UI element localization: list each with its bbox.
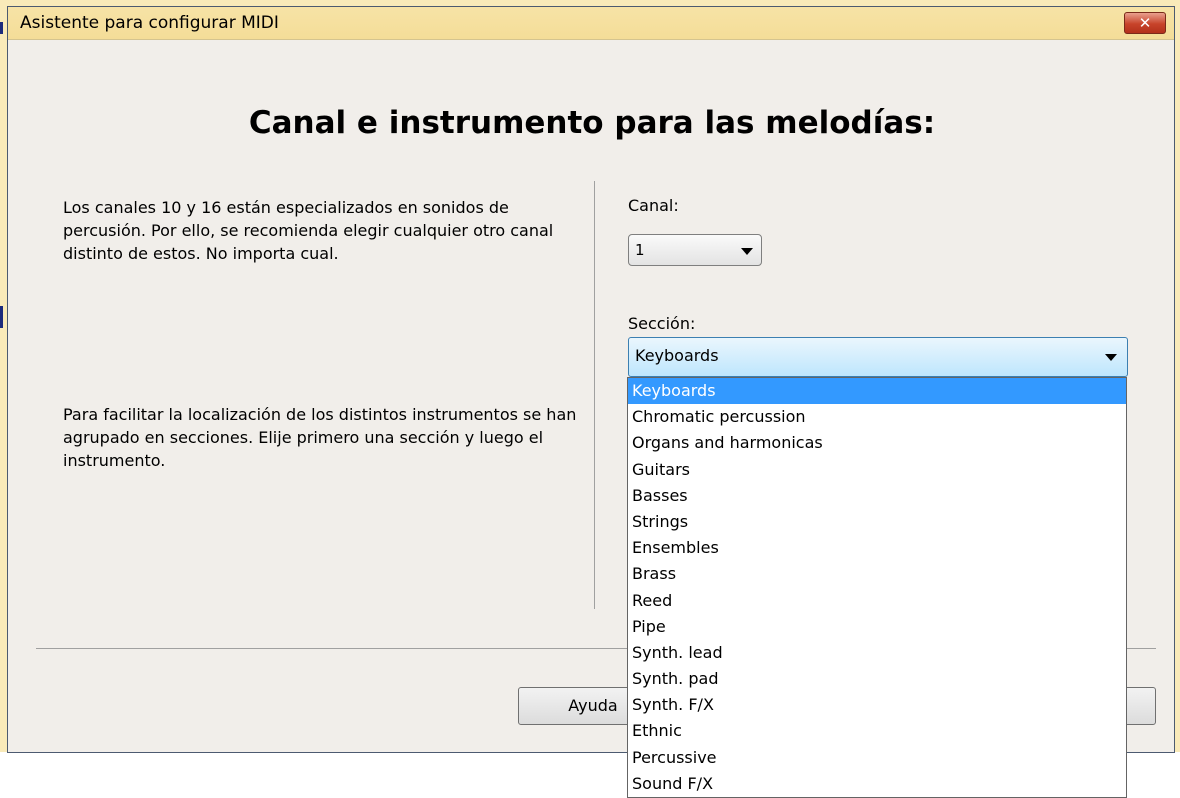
- background-window-edge: [0, 306, 3, 328]
- chevron-down-icon: [741, 248, 753, 255]
- dropdown-option[interactable]: Pipe: [628, 614, 1126, 640]
- dropdown-option[interactable]: Reed: [628, 588, 1126, 614]
- page-title: Canal e instrumento para las melodías:: [248, 105, 936, 141]
- seccion-label: Sección:: [628, 314, 696, 333]
- dropdown-option[interactable]: Sound F/X: [628, 771, 1126, 797]
- chevron-down-icon: [1105, 354, 1117, 361]
- seccion-value: Keyboards: [635, 346, 719, 365]
- help-button-label: Ayuda: [568, 696, 618, 715]
- window-title: Asistente para configurar MIDI: [20, 13, 279, 33]
- channels-info-text: Los canales 10 y 16 están especializados…: [63, 198, 554, 263]
- dropdown-option[interactable]: Percussive: [628, 745, 1126, 771]
- dropdown-option[interactable]: Guitars: [628, 457, 1126, 483]
- dropdown-option[interactable]: Ensembles: [628, 535, 1126, 561]
- vertical-divider: [594, 181, 595, 609]
- dropdown-option[interactable]: Keyboards: [628, 378, 1126, 405]
- dropdown-option[interactable]: Synth. F/X: [628, 692, 1126, 718]
- sections-info-text: Para facilitar la localización de los di…: [63, 405, 577, 470]
- dropdown-option[interactable]: Ethnic: [628, 718, 1126, 744]
- canal-value: 1: [635, 241, 645, 259]
- dropdown-option[interactable]: Basses: [628, 483, 1126, 509]
- seccion-dropdown-list[interactable]: Keyboards Chromatic percussion Organs and …: [627, 377, 1127, 798]
- dropdown-option[interactable]: Strings: [628, 509, 1126, 535]
- dropdown-option[interactable]: Organs and harmonicas: [628, 430, 1126, 456]
- dropdown-option[interactable]: Synth. pad: [628, 666, 1126, 692]
- dropdown-option[interactable]: Brass: [628, 561, 1126, 587]
- canal-select[interactable]: 1: [628, 234, 762, 266]
- dropdown-option[interactable]: Synth. lead: [628, 640, 1126, 666]
- canal-label: Canal:: [628, 196, 679, 215]
- dropdown-option[interactable]: Chromatic percussion: [628, 404, 1126, 430]
- title-bar[interactable]: Asistente para configurar MIDI ✕: [8, 7, 1174, 40]
- seccion-select[interactable]: Keyboards: [628, 337, 1128, 377]
- close-icon: ✕: [1138, 14, 1152, 32]
- close-button[interactable]: ✕: [1124, 12, 1166, 34]
- background-window-edge: [0, 22, 3, 34]
